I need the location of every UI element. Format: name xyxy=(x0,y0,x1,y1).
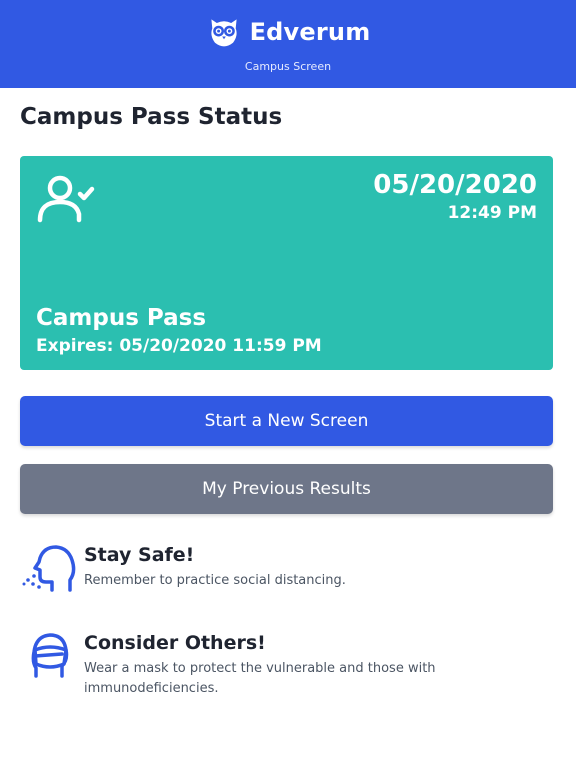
tip-title: Consider Others! xyxy=(84,632,266,654)
app-name: Edverum xyxy=(249,18,371,46)
face-mask-icon xyxy=(31,633,69,678)
pass-name: Campus Pass xyxy=(36,305,207,331)
pass-date: 05/20/2020 xyxy=(373,170,537,200)
brand: Edverum xyxy=(0,14,576,50)
social-distance-icon xyxy=(22,545,76,592)
pass-time: 12:49 PM xyxy=(447,203,537,223)
previous-results-button[interactable]: My Previous Results xyxy=(20,464,553,514)
app-header: Edverum Campus Screen xyxy=(0,0,576,88)
tip-title: Stay Safe! xyxy=(84,544,195,566)
owl-logo-icon xyxy=(210,19,237,47)
header-subtitle: Campus Screen xyxy=(244,60,332,73)
page-title: Campus Pass Status xyxy=(20,104,283,130)
campus-pass-card: 05/20/2020 12:49 PM Campus Pass Expires:… xyxy=(20,156,553,370)
tip-text: Remember to practice social distancing. xyxy=(84,573,346,588)
user-check-icon xyxy=(37,175,95,223)
start-new-screen-button[interactable]: Start a New Screen xyxy=(20,396,553,446)
pass-expiration: Expires: 05/20/2020 11:59 PM xyxy=(36,336,322,356)
tip-text: Wear a mask to protect the vulnerable an… xyxy=(84,661,436,696)
